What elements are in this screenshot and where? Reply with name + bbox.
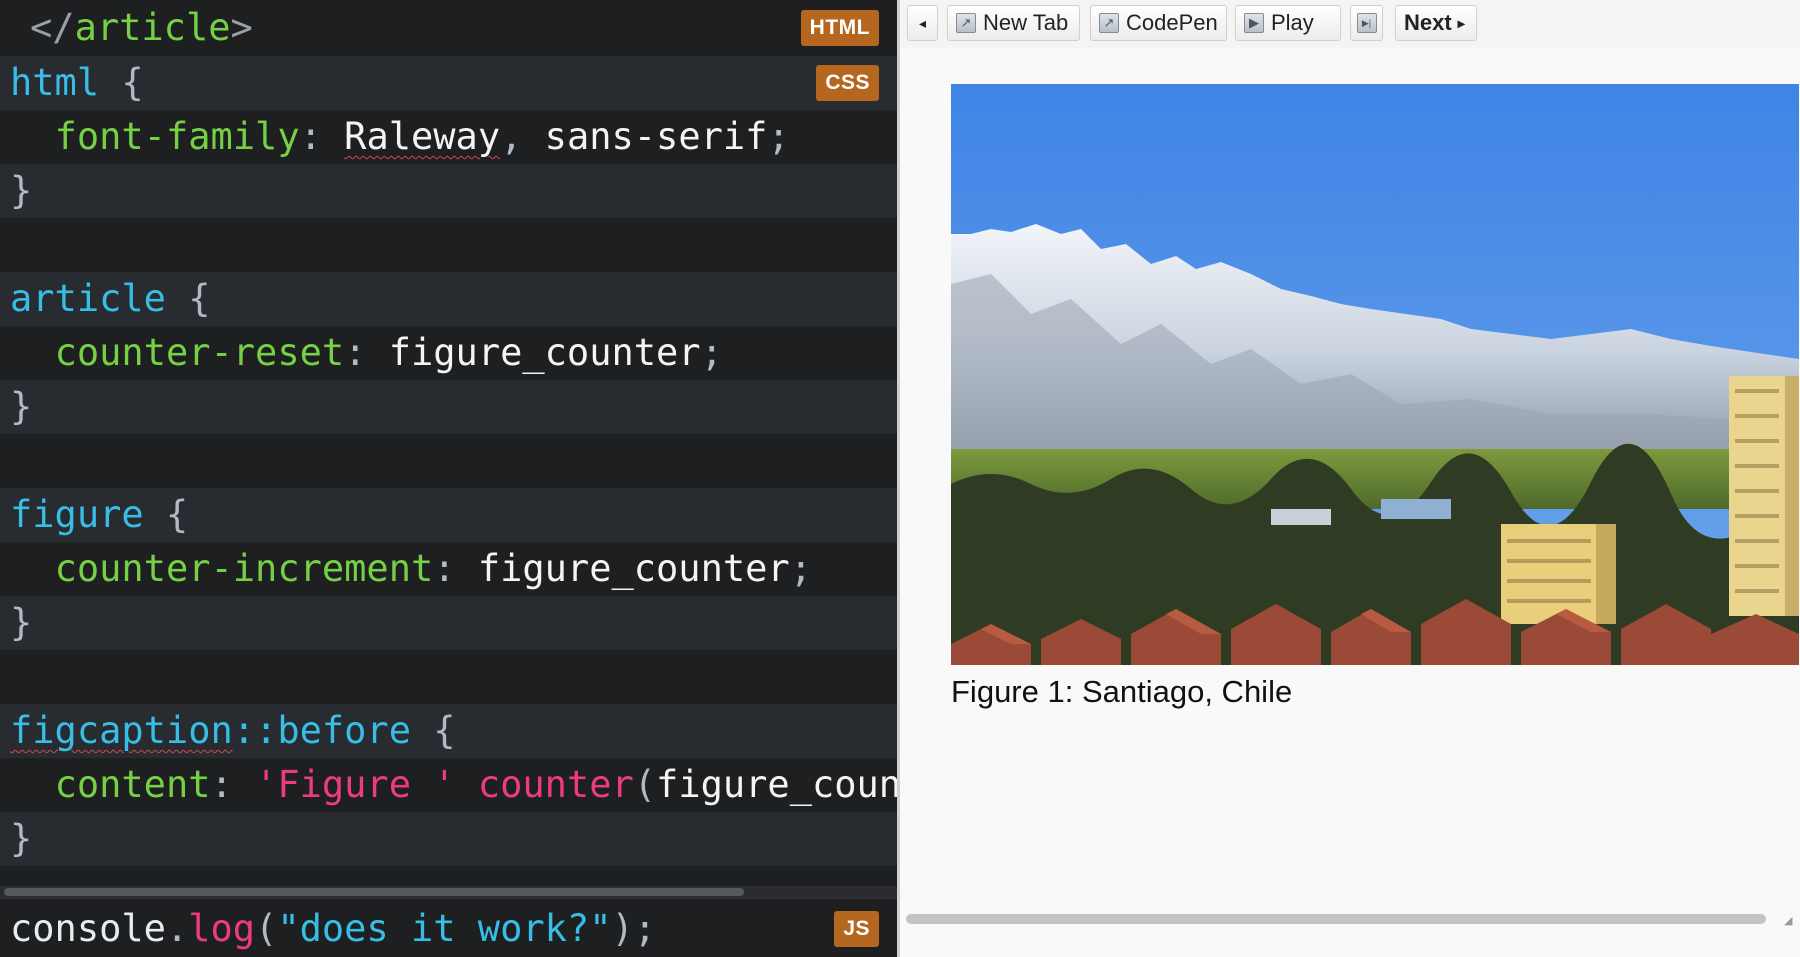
css-line[interactable]: } [0,812,897,866]
js-code-line[interactable]: console.log("does it work?"); [0,899,897,957]
preview-horizontal-scrollbar[interactable] [906,914,1766,924]
css-blank-line[interactable] [0,434,897,488]
next-button[interactable]: Next ▸ [1395,5,1477,41]
css-line[interactable]: html { [0,56,897,110]
css-paren: ( [633,763,657,806]
js-badge[interactable]: JS [834,911,879,947]
css-close-brace: } [10,385,33,428]
css-colon: : [299,115,322,158]
tag-name: article [74,6,231,49]
back-button[interactable]: ◂ [907,5,938,41]
new-tab-label: New Tab [983,10,1069,35]
resize-grip-icon[interactable]: ◢ [1784,914,1796,927]
css-blank-line[interactable] [0,866,897,886]
css-property: counter-increment [54,547,434,590]
editor-horizontal-scrollbar[interactable] [0,886,897,898]
html-code-line[interactable]: </article> [0,0,897,56]
apartment-building-side [1596,524,1616,624]
html-badge[interactable]: HTML [800,10,879,46]
css-open-brace: { [410,709,456,752]
new-tab-button[interactable]: ↗ New Tab [947,5,1080,41]
css-selector: article [10,277,166,320]
code-editor: </article> HTML html { font-family: Rale… [0,0,897,957]
css-value: figure_counte [656,763,897,806]
css-editor-pane[interactable]: html { font-family: Raleway, sans-serif;… [0,56,897,886]
css-line[interactable]: font-family: Raleway, sans-serif; [0,110,897,164]
figure-caption: Figure 1: Santiago, Chile [951,674,1293,709]
low-building [1271,509,1331,525]
css-line[interactable]: counter-reset: figure_counter; [0,326,897,380]
css-string: 'Figure ' [232,763,456,806]
skip-end-icon: ▶| [1356,13,1377,33]
play-label: Play [1271,10,1314,35]
css-close-brace: } [10,169,33,212]
css-selector: figcaption [10,709,233,752]
js-close: ); [611,907,657,950]
css-line[interactable]: counter-increment: figure_counter; [0,542,897,596]
js-paren: ( [255,907,278,950]
css-semicolon: ; [700,331,723,374]
preview-toolbar: ◂ ↗ New Tab ↗ CodePen ▶ Play ▶| Next ▸ [900,0,1800,48]
play-button[interactable]: ▶ Play [1235,5,1341,41]
css-comma: , [500,115,523,158]
css-value: figure_counter [366,331,701,374]
js-editor-pane[interactable]: console.log("does it work?"); JS [0,898,897,957]
js-string: "does it work?" [277,907,612,950]
tag-close-bracket: > [230,6,253,49]
preview-pane: ◂ ↗ New Tab ↗ CodePen ▶ Play ▶| Next ▸ F… [900,0,1800,957]
js-dot: . [165,907,189,950]
external-link-icon: ↗ [956,13,976,33]
css-value: figure_counter [455,547,790,590]
css-colon: : [210,763,233,806]
play-icon: ▶ [1244,13,1264,33]
css-line[interactable]: } [0,380,897,434]
css-selector: html [10,61,100,104]
css-open-brace: { [165,277,211,320]
santiago-photo [951,84,1799,665]
css-line[interactable]: } [0,596,897,650]
css-line[interactable]: figcaption::before { [0,704,897,758]
back-arrow-icon: ◂ [918,14,927,31]
css-semicolon: ; [767,115,790,158]
css-close-brace: } [10,601,33,644]
low-building [1381,499,1451,519]
css-property: counter-reset [54,331,345,374]
codepen-button[interactable]: ↗ CodePen [1090,5,1227,41]
js-function: log [188,907,256,950]
tower-building-side [1785,376,1799,616]
css-function: counter [455,763,634,806]
css-property: font-family [54,115,300,158]
mountain-city-image [951,84,1799,665]
codepen-label: CodePen [1126,10,1218,35]
scrollbar-thumb[interactable] [4,888,744,896]
css-colon: : [344,331,367,374]
css-badge[interactable]: CSS [816,65,879,101]
css-open-brace: { [99,61,144,104]
css-blank-line[interactable] [0,650,897,704]
css-open-brace: { [143,493,189,536]
tag-open-bracket: </ [30,6,75,49]
css-line[interactable]: } [0,164,897,218]
css-property: content [54,763,211,806]
css-line[interactable]: content: 'Figure ' counter(figure_counte [0,758,897,812]
external-link-icon: ↗ [1099,13,1119,33]
css-colon: : [433,547,456,590]
css-value: Raleway [344,115,501,158]
css-code[interactable]: html { font-family: Raleway, sans-serif;… [0,56,897,886]
css-value: sans-serif [522,115,768,158]
skip-button[interactable]: ▶| [1350,5,1383,41]
css-blank-line[interactable] [0,218,897,272]
css-pseudo-element: ::before [232,709,411,752]
css-close-brace: } [10,817,33,860]
next-arrow-icon: ▸ [1457,14,1465,31]
js-object: console [10,907,166,950]
css-line[interactable]: figure { [0,488,897,542]
next-label: Next [1404,10,1452,35]
css-line[interactable]: article { [0,272,897,326]
css-selector: figure [10,493,144,536]
html-editor-pane[interactable]: </article> HTML [0,0,897,56]
tower-building [1729,376,1785,616]
css-semicolon: ; [789,547,812,590]
